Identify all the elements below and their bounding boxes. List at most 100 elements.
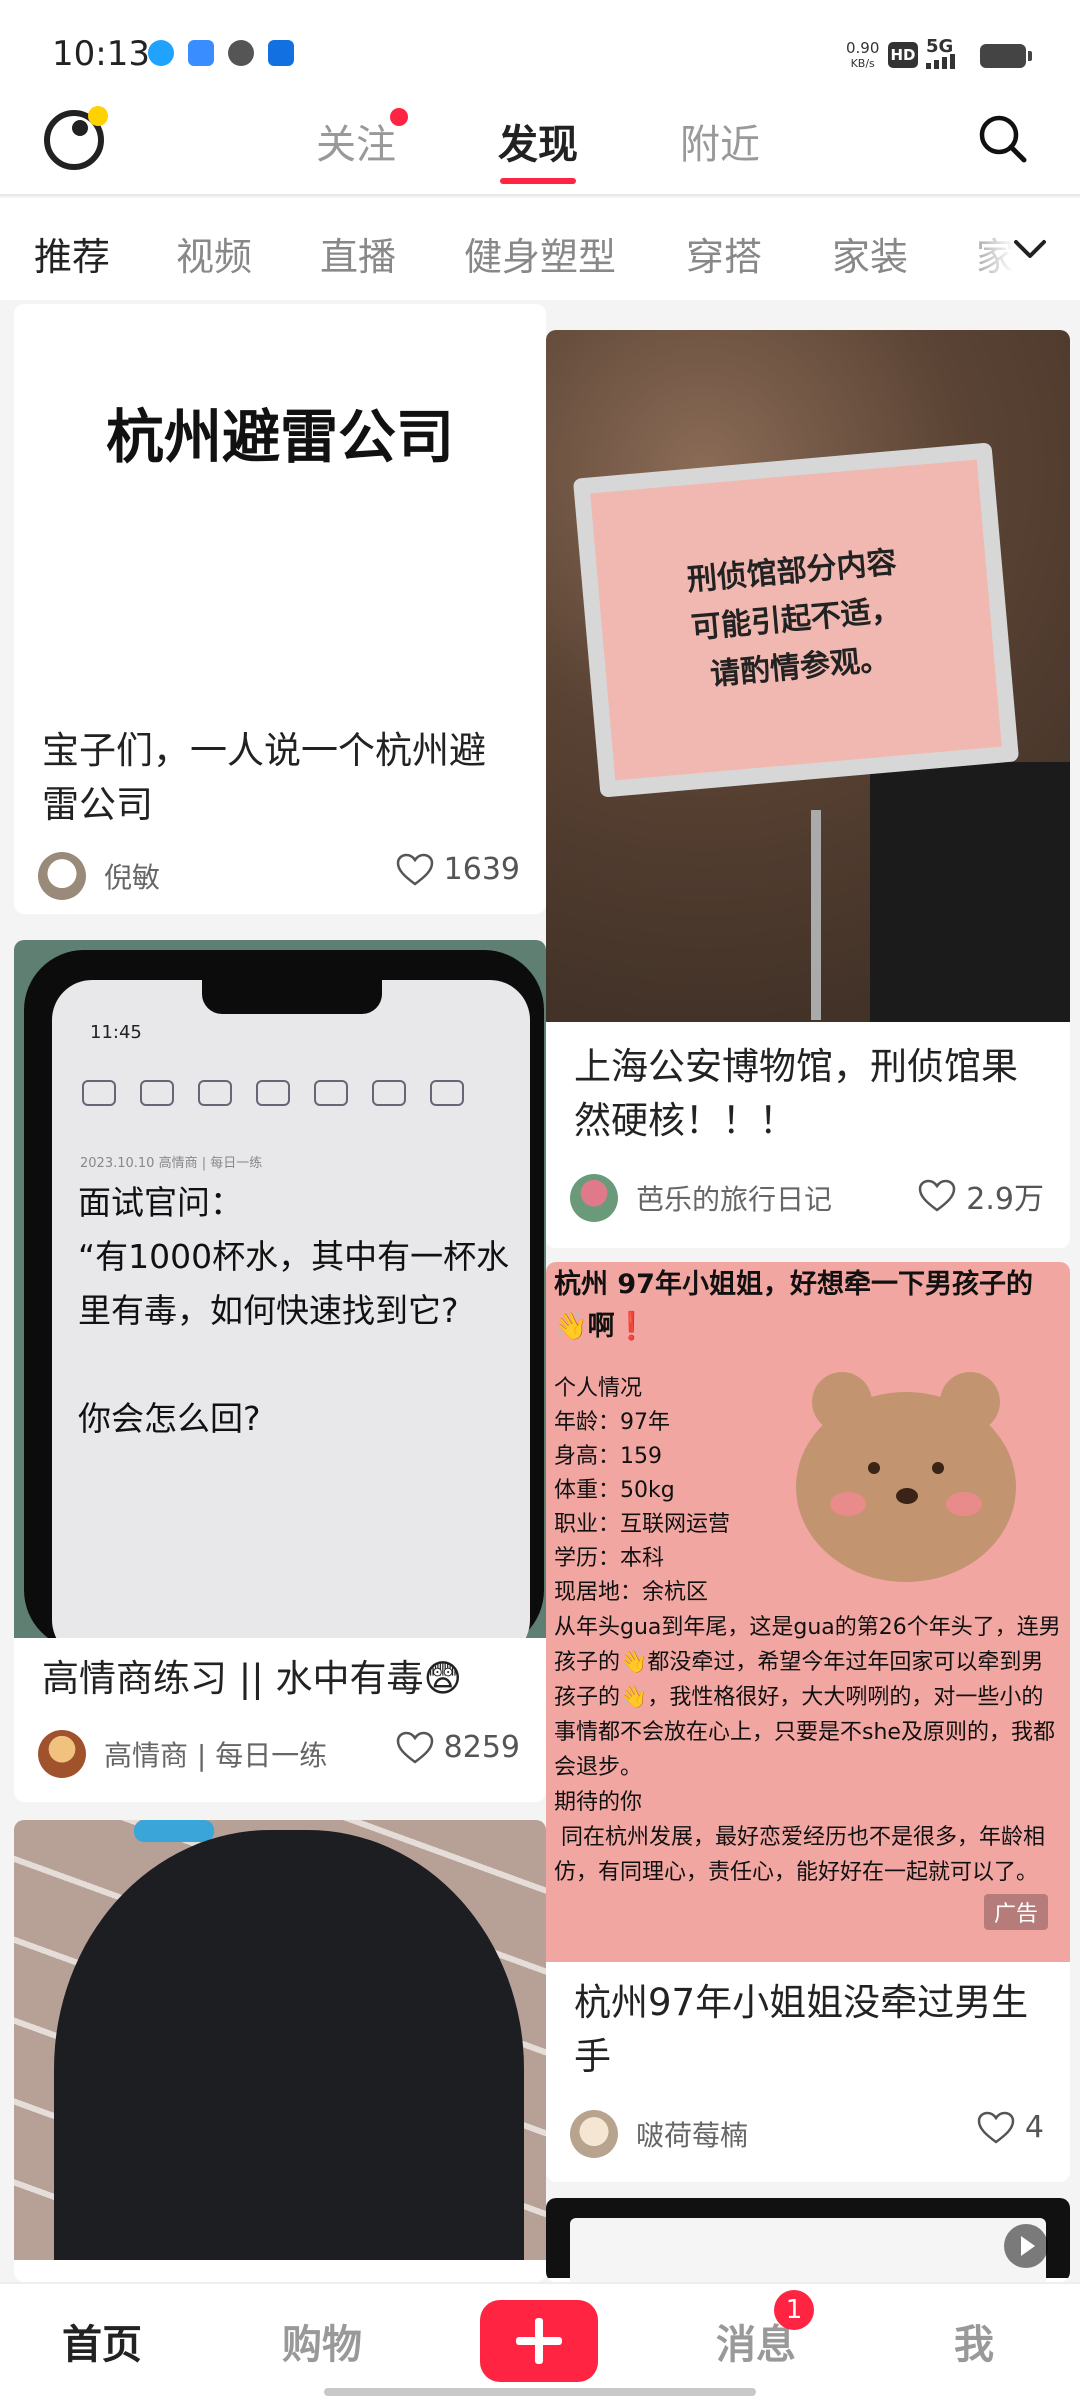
like-count: 1639 <box>443 852 520 887</box>
author-name: 啵荷莓楠 <box>636 2119 749 2152</box>
like-count: 8259 <box>443 1730 520 1765</box>
tab-discover[interactable]: 发现 <box>498 112 578 170</box>
sign-text: 刑侦馆部分内容 可能引起不适， 请酌情参观。 <box>685 539 907 701</box>
like-button[interactable]: 8259 <box>396 1730 520 1765</box>
profile-job: 职业：互联网运营 <box>554 1512 731 1537</box>
phone-time: 11:45 <box>90 1022 142 1043</box>
feed-card-bike-saddle[interactable] <box>14 1820 546 2282</box>
sign-frame: 刑侦馆部分内容 可能引起不适， 请酌情参观。 <box>572 442 1020 798</box>
avatar <box>38 1730 86 1778</box>
net-speed-unit: KB/s <box>850 57 875 70</box>
wall <box>870 762 1070 1022</box>
category-recommend[interactable]: 推荐 <box>34 226 110 281</box>
profile-weight: 体重：50kg <box>554 1478 675 1503</box>
message-app-icon <box>188 40 214 66</box>
card-title-line: 上海公安博物馆，刑侦馆果 <box>574 1045 1018 1088</box>
add-post-button[interactable] <box>480 2300 598 2382</box>
settings-icon <box>228 40 254 66</box>
feed-card-eq-practice[interactable]: 11:45 2023.10.10 高情商 | 每日一练 面试官问： “有1000… <box>14 940 546 1802</box>
category-live[interactable]: 直播 <box>320 226 396 281</box>
heart-icon <box>396 1731 433 1764</box>
cover-header: 杭州 97年小姐姐，好想牵一下男孩子的👋啊❗ <box>554 1269 1033 1342</box>
nav-home[interactable]: 首页 <box>62 2312 142 2370</box>
tab-nearby[interactable]: 附近 <box>680 112 760 170</box>
nav-me[interactable]: 我 <box>954 2312 994 2370</box>
category-video[interactable]: 视频 <box>176 226 252 281</box>
active-tab-indicator <box>500 178 576 184</box>
card-title: 上海公安博物馆，刑侦馆果 然硬核！！！ <box>574 1040 1018 1148</box>
category-outfit[interactable]: 穿搭 <box>686 226 762 281</box>
card-title-line: 宝子们，一人说一个杭州避 <box>42 729 486 772</box>
chevron-down-icon[interactable] <box>1010 234 1050 264</box>
nav-shopping[interactable]: 购物 <box>282 2312 362 2370</box>
phone-note-text: 面试官问： “有1000杯水，其中有一杯水里有毒，如何快速找到它? 你会怎么回? <box>78 1183 510 1438</box>
cover-body-text: 从年头gua到年尾，这是gua的第26个年头了，连男孩子的👋都没牵过，希望今年过… <box>554 1615 1061 1885</box>
tab-following[interactable]: 关注 <box>316 112 396 170</box>
following-dot-badge <box>390 108 408 126</box>
feed-card-police-museum[interactable]: 刑侦馆部分内容 可能引起不适， 请酌情参观。 上海公安博物馆，刑侦馆果 然硬核！… <box>546 330 1070 1248</box>
feed-card-hangzhou-girl[interactable]: 杭州 97年小姐姐，好想牵一下男孩子的👋啊❗ 个人情况 年龄：97年 身高：15… <box>546 1262 1070 2182</box>
like-button[interactable]: 2.9万 <box>918 1174 1044 1218</box>
profile-education: 学历：本科 <box>554 1546 665 1571</box>
bottom-nav: 首页 购物 消息 1 我 <box>0 2282 1080 2400</box>
card-author[interactable]: 芭乐的旅行日记 <box>570 1174 832 1222</box>
card-title-line: 雷公司 <box>42 783 153 826</box>
category-home-decor[interactable]: 家装 <box>832 226 908 281</box>
search-icon[interactable] <box>978 114 1028 164</box>
avatar <box>570 1174 618 1222</box>
home-indicator[interactable] <box>324 2388 756 2396</box>
card-title: 杭州97年小姐姐没牵过男生 手 <box>574 1976 1028 2084</box>
like-button[interactable]: 1639 <box>396 852 520 887</box>
video-frame <box>570 2218 1046 2282</box>
qq-icon <box>148 40 174 66</box>
screen: 10:13 0.90 KB/s HD 5G 关注 发现 附近 推荐 视频 直播 … <box>0 0 1080 2400</box>
card-title-line: 然硬核！！！ <box>574 1099 796 1142</box>
profile-title: 个人情况 <box>554 1376 643 1401</box>
sign-line: 可能引起不适， <box>689 592 903 647</box>
heart-icon <box>977 2111 1015 2144</box>
bike-frame <box>134 1820 214 1842</box>
card-cover: 刑侦馆部分内容 可能引起不适， 请酌情参观。 <box>546 330 1070 1022</box>
heart-icon <box>919 1179 956 1212</box>
sign-pole <box>811 810 821 1020</box>
card-cover: 11:45 2023.10.10 高情商 | 每日一练 面试官问： “有1000… <box>14 940 546 1638</box>
feed-card-hangzhou-companies[interactable]: 杭州避雷公司 宝子们，一人说一个杭州避 雷公司 倪敏 1639 <box>14 304 546 914</box>
net-speed-value: 0.90 <box>846 39 880 57</box>
sign-line: 刑侦馆部分内容 <box>685 545 898 599</box>
app-icon <box>268 40 294 66</box>
phone-screen: 11:45 2023.10.10 高情商 | 每日一练 面试官问： “有1000… <box>52 980 530 1638</box>
notification-icons <box>148 40 294 66</box>
cover-text: 杭州避雷公司 <box>105 403 454 471</box>
like-count: 2.9万 <box>966 1182 1044 1217</box>
phone-notch <box>202 980 382 1014</box>
sign-board: 刑侦馆部分内容 可能引起不适， 请酌情参观。 <box>590 459 1002 781</box>
phone-date: 2023.10.10 高情商 | 每日一练 <box>80 1156 263 1171</box>
card-cover: 杭州 97年小姐姐，好想牵一下男孩子的👋啊❗ 个人情况 年龄：97年 身高：15… <box>546 1262 1070 1962</box>
card-title-line: 杭州97年小姐姐没牵过男生 <box>574 1981 1029 2024</box>
status-time: 10:13 <box>52 34 150 74</box>
like-button[interactable]: 4 <box>977 2110 1044 2145</box>
heart-icon <box>396 853 433 886</box>
bear-sticker <box>796 1372 1016 1582</box>
battery-icon <box>980 44 1032 68</box>
play-icon <box>1004 2224 1048 2268</box>
feed-card-video[interactable] <box>546 2198 1070 2282</box>
card-author[interactable]: 啵荷莓楠 <box>570 2110 748 2158</box>
top-nav: 关注 发现 附近 <box>0 100 1080 196</box>
card-title: 宝子们，一人说一个杭州避 雷公司 <box>42 724 486 832</box>
card-title: 高情商练习 || 水中有毒😨 <box>42 1657 463 1700</box>
message-badge: 1 <box>774 2290 814 2330</box>
card-author[interactable]: 倪敏 <box>38 852 160 900</box>
card-author[interactable]: 高情商 | 每日一练 <box>38 1730 327 1778</box>
bike-saddle <box>54 1830 524 2260</box>
sign-line: 请酌情参观。 <box>708 642 892 693</box>
ad-label: 广告 <box>983 1894 1048 1930</box>
app-logo-icon[interactable] <box>44 106 108 170</box>
like-count: 4 <box>1024 2110 1044 2145</box>
net-speed: 0.90 KB/s <box>846 40 879 72</box>
avatar <box>38 852 86 900</box>
avatar <box>570 2110 618 2158</box>
card-title-line: 手 <box>574 2035 611 2078</box>
phone-toolbar <box>82 1080 464 1106</box>
category-fitness[interactable]: 健身塑型 <box>464 226 616 281</box>
